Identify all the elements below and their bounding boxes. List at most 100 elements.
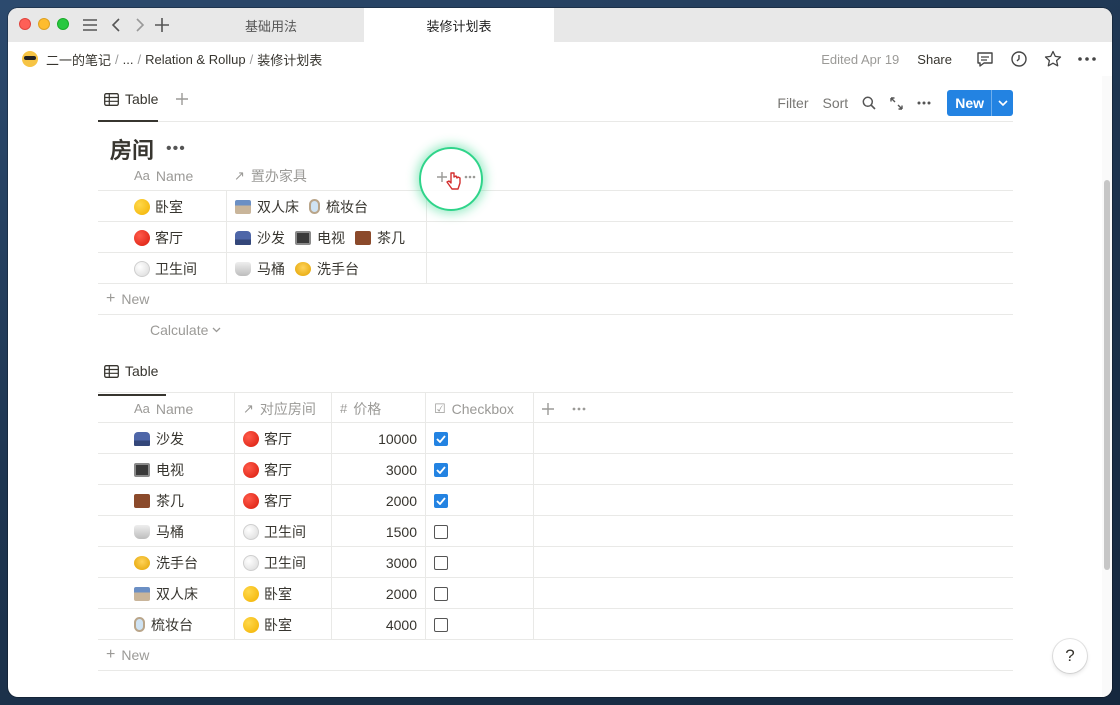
share-button[interactable]: Share (917, 52, 952, 67)
room-relation-cell[interactable]: 客厅 (234, 423, 331, 454)
price-cell[interactable]: 10000 (331, 423, 425, 454)
table-row[interactable]: 洗手台 卫生间 3000 (98, 547, 1013, 578)
new-record-button[interactable]: New (947, 90, 1013, 116)
add-property-icon[interactable] (542, 402, 554, 415)
column-header-label: Name (155, 400, 194, 417)
room-relation-cell[interactable]: 卫生间 (234, 516, 331, 547)
room-relation-cell[interactable]: 卫生间 (234, 547, 331, 578)
room-relation-cell[interactable]: 卧室 (234, 578, 331, 609)
breadcrumb-item[interactable]: ... (123, 52, 134, 67)
price-cell[interactable]: 4000 (331, 609, 425, 640)
view-tab-table[interactable]: Table (104, 359, 158, 383)
column-header-name[interactable]: Aa Name (126, 160, 226, 191)
view-tab-table[interactable]: Table (104, 87, 158, 111)
room-name-cell[interactable]: 客厅 (126, 222, 226, 253)
furniture-name-cell[interactable]: 茶几 (126, 485, 234, 516)
help-button[interactable]: ? (1053, 639, 1087, 673)
tab-basic-usage[interactable]: 基础用法 (178, 8, 364, 42)
furniture-name-cell[interactable]: 沙发 (126, 423, 234, 454)
property-more-icon[interactable] (572, 407, 586, 411)
table-row[interactable]: 卫生间 马桶 洗手台 (98, 253, 1013, 284)
back-icon[interactable] (104, 12, 128, 38)
relation-chip[interactable]: 电视 (295, 228, 345, 248)
calculate-button[interactable]: Calculate (150, 316, 221, 344)
furniture-relation-cell[interactable]: 沙发 电视 茶几 (226, 222, 426, 253)
relation-chip[interactable]: 马桶 (235, 259, 285, 279)
zoom-window-button[interactable] (57, 18, 69, 30)
checkbox-unchecked[interactable] (434, 524, 448, 539)
breadcrumb-item[interactable]: 装修计划表 (257, 50, 322, 69)
furniture-name-cell[interactable]: 电视 (126, 454, 234, 485)
new-row-button[interactable]: + New (98, 284, 1013, 315)
search-icon[interactable] (862, 96, 876, 110)
price-value: 2000 (385, 492, 417, 509)
breadcrumb-item[interactable]: 二一的笔记 (46, 50, 111, 69)
forward-icon[interactable] (128, 12, 152, 38)
table-row[interactable]: 客厅 沙发 电视 茶几 (98, 222, 1013, 253)
table-row[interactable]: 卧室 双人床 梳妆台 (98, 191, 1013, 222)
table-row[interactable]: 沙发 客厅 10000 (98, 423, 1013, 454)
relation-chip[interactable]: 洗手台 (295, 259, 359, 279)
furniture-relation-cell[interactable]: 双人床 梳妆台 (226, 191, 426, 222)
price-cell[interactable]: 2000 (331, 485, 425, 516)
table-row[interactable]: 梳妆台 卧室 4000 (98, 609, 1013, 640)
close-window-button[interactable] (19, 18, 31, 30)
new-tab-icon[interactable] (150, 12, 174, 38)
relation-chip[interactable]: 茶几 (355, 228, 405, 248)
relation-chip[interactable]: 梳妆台 (309, 197, 368, 217)
checkbox-unchecked[interactable] (434, 555, 448, 570)
history-clock-icon[interactable] (1002, 42, 1036, 76)
sort-button[interactable]: Sort (823, 95, 849, 111)
more-options-icon[interactable] (1070, 42, 1104, 76)
furniture-name-cell[interactable]: 梳妆台 (126, 609, 234, 640)
expand-icon[interactable] (890, 96, 903, 110)
table-row[interactable]: 马桶 卫生间 1500 (98, 516, 1013, 547)
view-more-icon[interactable] (917, 101, 931, 105)
column-header-price[interactable]: # 价格 (331, 393, 425, 424)
database-title-more-icon[interactable]: ••• (166, 140, 186, 158)
column-divider (533, 485, 534, 516)
coffee-table-icon (134, 493, 150, 508)
scrollbar-thumb[interactable] (1104, 180, 1110, 570)
room-relation-cell[interactable]: 客厅 (234, 485, 331, 516)
new-row-button[interactable]: + New (98, 640, 1013, 671)
table-row[interactable]: 茶几 客厅 2000 (98, 485, 1013, 516)
column-header-relation[interactable]: ↗ 置办家具 (226, 160, 426, 191)
minimize-window-button[interactable] (38, 18, 50, 30)
relation-chip[interactable]: 双人床 (235, 197, 299, 217)
checkbox-unchecked[interactable] (434, 586, 448, 601)
checkbox-checked[interactable] (434, 493, 448, 508)
chevron-down-icon[interactable] (991, 90, 1013, 116)
menu-icon[interactable] (78, 12, 102, 38)
relation-chip[interactable]: 沙发 (235, 228, 285, 248)
scrollbar[interactable] (1102, 76, 1112, 697)
checkbox-unchecked[interactable] (434, 617, 448, 632)
white-circle-icon (134, 260, 150, 277)
room-relation-cell[interactable]: 卧室 (234, 609, 331, 640)
furniture-name-cell[interactable]: 洗手台 (126, 547, 234, 578)
price-cell[interactable]: 2000 (331, 578, 425, 609)
furniture-relation-cell[interactable]: 马桶 洗手台 (226, 253, 426, 284)
star-icon[interactable] (1036, 42, 1070, 76)
column-header-room[interactable]: ↗ 对应房间 (234, 393, 331, 424)
price-cell[interactable]: 3000 (331, 454, 425, 485)
column-header-checkbox[interactable]: ☑ Checkbox (425, 393, 533, 424)
filter-button[interactable]: Filter (777, 95, 808, 111)
price-cell[interactable]: 3000 (331, 547, 425, 578)
furniture-name-cell[interactable]: 马桶 (126, 516, 234, 547)
column-header-name[interactable]: Aa Name (126, 393, 234, 424)
room-name-cell[interactable]: 卧室 (126, 191, 226, 222)
comment-icon[interactable] (968, 42, 1002, 76)
sofa-icon (134, 431, 150, 446)
price-cell[interactable]: 1500 (331, 516, 425, 547)
furniture-name-cell[interactable]: 双人床 (126, 578, 234, 609)
tab-renovation-plan[interactable]: 装修计划表 (364, 8, 554, 42)
breadcrumb-item[interactable]: Relation & Rollup (145, 52, 245, 67)
room-name-cell[interactable]: 卫生间 (126, 253, 226, 284)
add-view-icon[interactable] (172, 87, 192, 111)
table-row[interactable]: 双人床 卧室 2000 (98, 578, 1013, 609)
room-relation-cell[interactable]: 客厅 (234, 454, 331, 485)
checkbox-checked[interactable] (434, 431, 448, 446)
table-row[interactable]: 电视 客厅 3000 (98, 454, 1013, 485)
checkbox-checked[interactable] (434, 462, 448, 477)
